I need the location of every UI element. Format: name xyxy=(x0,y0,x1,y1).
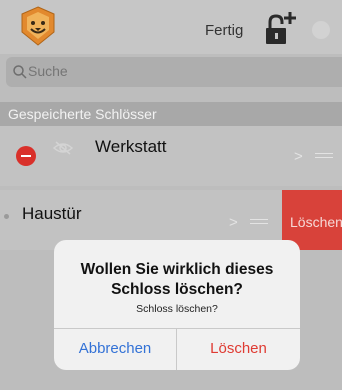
eye-slash-icon xyxy=(52,141,74,155)
section-header: Gespeicherte Schlösser xyxy=(0,102,342,126)
dialog-message: Schloss löschen? xyxy=(136,303,218,315)
lion-logo-icon xyxy=(18,6,58,46)
reorder-icon[interactable] xyxy=(250,219,268,228)
dialog-title-line2: Schloss löschen? xyxy=(111,281,243,298)
confirm-dialog: Wollen Sie wirklich dieses Schloss lösch… xyxy=(54,240,300,370)
dialog-title-line1: Wollen Sie wirklich dieses xyxy=(80,261,274,278)
cancel-button[interactable]: Abbrechen xyxy=(54,328,176,370)
delete-minus-button[interactable] xyxy=(16,146,36,166)
chevron-right-icon: > xyxy=(294,148,303,165)
delete-button[interactable]: Löschen xyxy=(177,328,300,370)
circle-icon[interactable] xyxy=(312,21,330,39)
indicator-dot xyxy=(4,214,9,219)
row-title: Haustür xyxy=(22,204,82,223)
done-button[interactable]: Fertig xyxy=(205,22,243,39)
navbar: Fertig xyxy=(0,0,342,54)
section-title: Gespeicherte Schlösser xyxy=(8,106,157,122)
search-icon xyxy=(13,65,27,79)
list-item[interactable]: Werkstatt > xyxy=(0,126,342,186)
chevron-right-icon: > xyxy=(229,214,238,231)
lock-add-icon[interactable] xyxy=(264,12,298,48)
screen: Fertig Gespeicherte Schlösser We xyxy=(0,0,342,390)
swipe-delete-label: Löschen xyxy=(290,214,342,230)
row-title: Werkstatt xyxy=(95,137,167,156)
reorder-icon[interactable] xyxy=(315,153,333,162)
search-input[interactable] xyxy=(28,63,308,79)
search-bar[interactable] xyxy=(6,57,342,87)
